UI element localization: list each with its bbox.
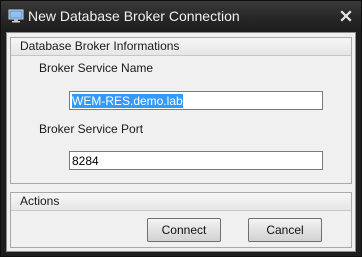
actions-header: Actions: [11, 193, 351, 211]
cancel-button[interactable]: Cancel: [248, 218, 322, 242]
title-bar[interactable]: New Database Broker Connection: [1, 1, 361, 31]
broker-service-name-label: Broker Service Name: [39, 61, 154, 75]
connect-button[interactable]: Connect: [147, 218, 221, 242]
broker-service-name-input[interactable]: WEM-RES.demo.lab: [69, 91, 323, 110]
monitor-icon: [8, 9, 24, 23]
broker-service-port-label: Broker Service Port: [39, 122, 144, 136]
broker-service-name-value: WEM-RES.demo.lab: [72, 94, 183, 108]
close-icon[interactable]: [337, 7, 355, 25]
window-title: New Database Broker Connection: [28, 8, 240, 24]
dialog-window: New Database Broker Connection Database …: [0, 0, 362, 257]
broker-info-header: Database Broker Informations: [11, 38, 351, 56]
broker-service-port-input[interactable]: 8284: [69, 151, 323, 170]
dialog-body: Database Broker Informations Broker Serv…: [6, 32, 356, 252]
